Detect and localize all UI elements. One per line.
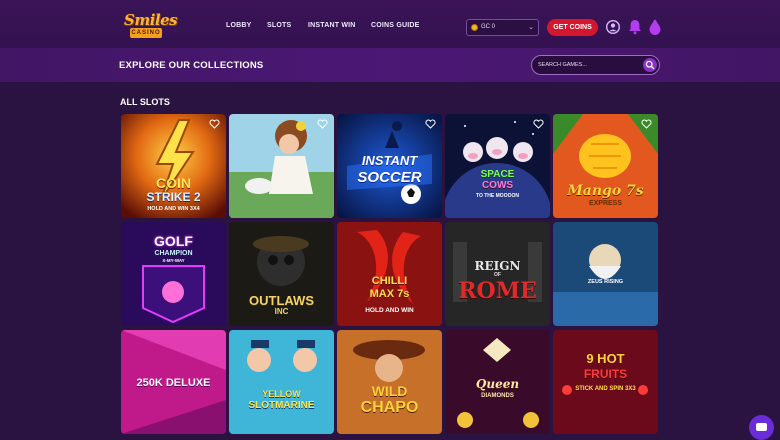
game-art <box>229 114 334 218</box>
heart-icon[interactable] <box>317 119 328 129</box>
game-subtitle: SOCCER <box>357 169 422 186</box>
collections-bar: EXPLORE OUR COLLECTIONS <box>0 48 780 82</box>
gold-coin-icon <box>471 24 478 31</box>
heart-icon[interactable] <box>209 119 220 129</box>
game-title: YELLOW <box>262 389 301 399</box>
game-tile-mango-7s[interactable]: Mango 7s EXPRESS <box>553 114 658 218</box>
heart-icon[interactable] <box>533 119 544 129</box>
game-title: ZEUS RISING <box>587 279 624 285</box>
game-tile-queens-diamonds[interactable]: Queen DIAMONDS <box>445 330 550 434</box>
chat-icon <box>756 423 767 431</box>
game-tile-lady[interactable] <box>229 114 334 218</box>
game-title: INSTANT <box>361 153 418 168</box>
user-circle-icon[interactable] <box>605 18 621 36</box>
game-tile-instant-soccer[interactable]: INSTANT SOCCER <box>337 114 442 218</box>
game-tile-coin-strike-2[interactable]: COIN STRIKE 2 HOLD AND WIN 3X4 <box>121 114 226 218</box>
game-title: REIGN <box>474 259 521 273</box>
get-coins-button[interactable]: GET COINS <box>547 19 598 36</box>
game-tagline: HOLD AND WIN <box>365 307 414 314</box>
game-tagline: TO THE MOOOON <box>476 193 519 199</box>
game-subtitle: MAX 7s <box>369 288 410 300</box>
nav-slots-link[interactable]: SLOTS <box>267 22 291 29</box>
game-subtitle: FRUITS <box>583 367 628 381</box>
game-tile-250k-deluxe[interactable]: 250K DELUXE <box>121 330 226 434</box>
game-art <box>229 330 334 434</box>
game-title: 250K DELUXE <box>136 377 211 389</box>
search-input[interactable] <box>538 59 638 71</box>
game-tile-reign-of-rome[interactable]: REIGN OF ROME <box>445 222 550 326</box>
game-art <box>553 222 658 326</box>
game-subtitle: CHAPO <box>360 399 419 416</box>
heart-icon[interactable] <box>425 119 436 129</box>
game-tile-yellow-slotmarine[interactable]: YELLOW SLOTMARINE <box>229 330 334 434</box>
game-subtitle: STRIKE 2 <box>146 190 201 204</box>
site-logo[interactable]: Smiles CASINO <box>121 11 178 39</box>
game-subtitle: DIAMONDS <box>481 393 514 399</box>
search-icon <box>645 60 655 70</box>
game-tagline: STICK AND SPIN 3X3 <box>575 386 636 392</box>
game-title: Queen <box>475 377 520 391</box>
chat-button[interactable] <box>749 415 774 440</box>
collections-title: EXPLORE OUR COLLECTIONS <box>119 60 264 71</box>
game-tile-golf-champion[interactable]: GOLF CHAMPION X-MY-WAY <box>121 222 226 326</box>
nav-instant-win-link[interactable]: INSTANT WIN <box>308 22 356 29</box>
heart-icon[interactable] <box>641 119 652 129</box>
game-tagline: HOLD AND WIN 3X4 <box>147 206 200 212</box>
game-tile-9-hot-fruits[interactable]: 9 HOT FRUITS STICK AND SPIN 3X3 <box>553 330 658 434</box>
game-subtitle: INC <box>274 307 289 316</box>
top-navigation-bar: Smiles CASINO LOBBY SLOTS INSTANT WIN CO… <box>0 0 780 48</box>
game-tile-chilli-max-7s[interactable]: CHILLI MAX 7s HOLD AND WIN <box>337 222 442 326</box>
chevron-down-icon: ⌄ <box>528 24 534 31</box>
droplet-icon[interactable] <box>647 18 663 36</box>
game-title: GOLF <box>154 233 193 249</box>
logo-subtext: CASINO <box>130 28 162 38</box>
game-title: CHILLI <box>371 275 408 287</box>
search-button[interactable] <box>643 58 657 72</box>
game-tile-zeus-rising[interactable]: ZEUS RISING <box>553 222 658 326</box>
game-art <box>553 330 658 434</box>
game-art <box>337 330 442 434</box>
game-tile-outlaws-inc[interactable]: OUTLAWS INC <box>229 222 334 326</box>
game-tagline: X-MY-WAY <box>162 258 185 263</box>
nav-coins-guide-link[interactable]: COINS GUIDE <box>371 22 419 29</box>
game-tile-space-cows[interactable]: SPACE COWS TO THE MOOOON <box>445 114 550 218</box>
game-art <box>445 114 550 218</box>
nav-lobby-link[interactable]: LOBBY <box>226 22 252 29</box>
game-subtitle: CHAMPION <box>154 250 193 257</box>
game-title: Mango 7s <box>567 183 644 199</box>
game-title: OUTLAWS <box>249 293 314 308</box>
currency-select[interactable]: GC 0 ⌄ <box>466 19 539 36</box>
search-box[interactable] <box>531 55 660 75</box>
currency-value: GC 0 <box>481 24 496 30</box>
game-subtitle: EXPRESS <box>588 200 623 207</box>
game-subtitle: SLOTMARINE <box>248 400 315 411</box>
game-title: COIN <box>156 175 191 191</box>
bell-icon[interactable] <box>627 18 643 36</box>
game-title: WILD <box>371 383 408 399</box>
game-tile-wild-chapo[interactable]: WILD CHAPO <box>337 330 442 434</box>
logo-text: Smiles <box>124 11 178 29</box>
game-subtitle: COWS <box>481 180 514 191</box>
game-title: SPACE <box>480 169 515 180</box>
game-title: 9 HOT <box>586 351 625 366</box>
game-tagline: ROME <box>458 278 537 304</box>
section-title: ALL SLOTS <box>120 97 170 107</box>
